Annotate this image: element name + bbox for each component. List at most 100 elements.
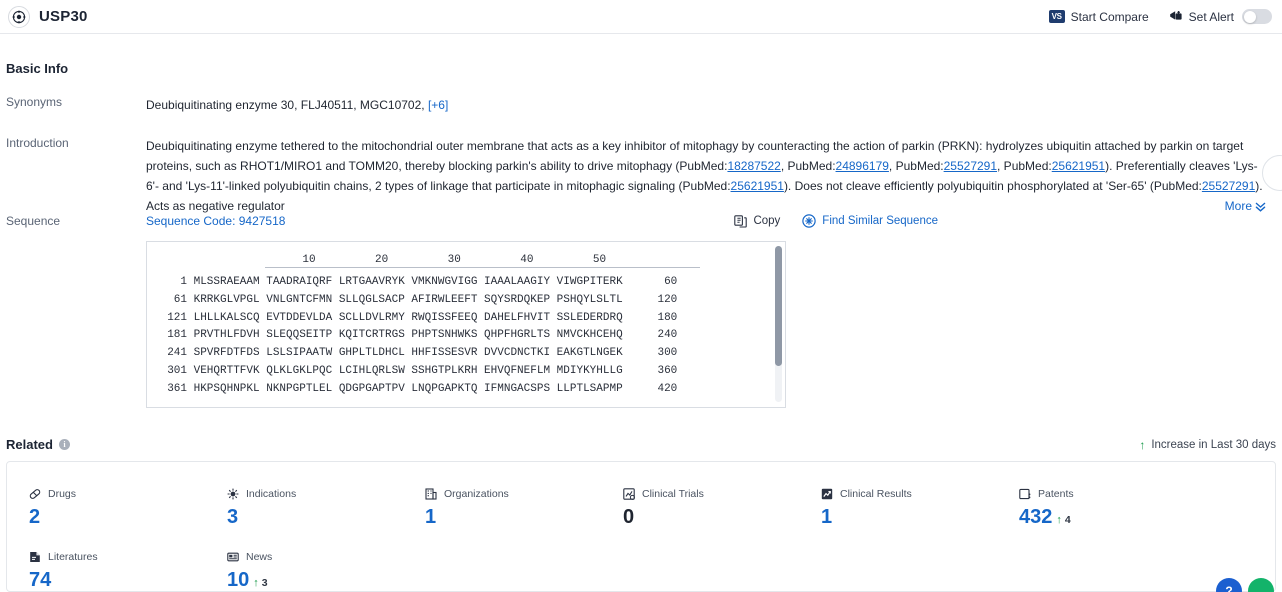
sequence-line: 61 KRRKGLVPGL VNLGNTCFMN SLLQGLSACP AFIR… bbox=[147, 292, 785, 310]
related-metric-head: Clinical Results bbox=[821, 488, 1019, 500]
related-metric-value-wrap: 1 bbox=[425, 506, 623, 529]
info-icon[interactable]: i bbox=[58, 439, 70, 450]
related-metric-value: 3 bbox=[227, 506, 239, 528]
arrow-up-icon: ↑ bbox=[1056, 514, 1062, 526]
introduction-fragment: , PubMed: bbox=[780, 159, 836, 173]
pubmed-link[interactable]: 25621951 bbox=[731, 179, 784, 193]
sequence-end-index: 60 bbox=[664, 276, 678, 288]
related-card: Drugs 2 Indications 3 Organizations 1 Clinical… bbox=[6, 461, 1276, 592]
set-alert-toggle[interactable] bbox=[1242, 9, 1272, 24]
related-metric-value: 2 bbox=[29, 506, 41, 528]
sequence-scrollbar-thumb[interactable] bbox=[775, 246, 782, 366]
related-metric-head: News bbox=[227, 551, 425, 563]
find-similar-sequence-button[interactable]: Find Similar Sequence bbox=[802, 214, 938, 228]
sequence-residues: PRVTHLFDVH SLEQQSEITP KQITCRTRGS PHPTSNH… bbox=[187, 329, 630, 342]
sequence-start-index: 241 bbox=[167, 347, 187, 360]
sequence-residues: SPVRFDTFDS LSLSIPAATW GHPLTLDHCL HHFISSE… bbox=[187, 347, 630, 360]
chat-fab[interactable] bbox=[1248, 578, 1274, 592]
top-bar: USP30 VS Start Compare Set Alert bbox=[0, 0, 1282, 34]
sequence-tools: Copy Find Similar Sequence bbox=[734, 214, 938, 228]
sequence-line: 181 PRVTHLFDVH SLEQQSEITP KQITCRTRGS PHP… bbox=[147, 327, 785, 345]
related-metric-clinical-results[interactable]: Clinical Results 1 bbox=[821, 488, 1019, 529]
sequence-line: 301 VEHQRTTFVK QLKLGKLPQC LCIHLQRLSW SSH… bbox=[147, 363, 785, 381]
related-metrics-grid: Drugs 2 Indications 3 Organizations 1 Clinical… bbox=[29, 488, 1275, 592]
related-metric-head: Organizations bbox=[425, 488, 623, 500]
related-metric-delta-value: 4 bbox=[1064, 514, 1071, 526]
synonyms-more-link[interactable]: [+6] bbox=[428, 98, 448, 112]
top-bar-actions: VS Start Compare Set Alert bbox=[1048, 9, 1272, 24]
related-metric-value-wrap: 0 bbox=[623, 506, 821, 529]
virus-icon bbox=[227, 488, 239, 500]
sequence-start-index: 1 bbox=[180, 276, 187, 288]
vs-badge-icon: VS bbox=[1048, 10, 1065, 23]
increase-legend: ↑ Increase in Last 30 days bbox=[1139, 438, 1276, 452]
pubmed-link[interactable]: 18287522 bbox=[727, 159, 780, 173]
related-metric-value: 10 bbox=[227, 569, 250, 591]
sequence-end-index: 180 bbox=[657, 311, 678, 324]
related-metric-value-wrap: 3 bbox=[227, 506, 425, 529]
sequence-end-index: 240 bbox=[657, 329, 678, 342]
pubmed-link[interactable]: 25527291 bbox=[1202, 179, 1255, 193]
sequence-ruler-line bbox=[265, 267, 700, 268]
related-metric-value: 0 bbox=[623, 506, 635, 528]
sequence-start-index: 181 bbox=[167, 329, 187, 342]
introduction-label: Introduction bbox=[6, 136, 69, 150]
related-metric-head: Literatures bbox=[29, 551, 227, 563]
related-metric-organizations[interactable]: Organizations 1 bbox=[425, 488, 623, 529]
related-metric-head: Clinical Trials bbox=[623, 488, 821, 500]
related-metric-clinical-trials[interactable]: Clinical Trials 0 bbox=[623, 488, 821, 529]
related-metric-label: Clinical Results bbox=[840, 488, 912, 500]
sequence-code-link[interactable]: Sequence Code: 9427518 bbox=[146, 214, 285, 228]
related-metric-value: 1 bbox=[821, 506, 833, 528]
find-similar-label: Find Similar Sequence bbox=[822, 215, 938, 227]
copy-button[interactable]: Copy bbox=[734, 214, 781, 228]
set-alert-button[interactable]: Set Alert bbox=[1169, 9, 1272, 24]
related-metric-value-wrap: 10 ↑ 3 bbox=[227, 569, 425, 592]
help-fab[interactable]: ? bbox=[1216, 578, 1242, 592]
related-metric-label: News bbox=[246, 551, 273, 563]
related-metric-news[interactable]: News 10 ↑ 3 bbox=[227, 551, 425, 592]
sequence-label: Sequence bbox=[6, 214, 61, 228]
related-metric-delta-value: 3 bbox=[261, 577, 268, 589]
related-metric-value-wrap: 1 bbox=[821, 506, 1019, 529]
related-metric-delta: ↑ 4 bbox=[1056, 514, 1070, 526]
literature-icon bbox=[29, 551, 41, 563]
sequence-viewer[interactable]: 10 20 30 40 50 1 MLSSRAEAAM TAADRAIQRF L… bbox=[146, 241, 786, 408]
related-metric-value-wrap: 2 bbox=[29, 506, 227, 529]
introduction-fragment: , PubMed: bbox=[997, 159, 1052, 173]
pubmed-link[interactable]: 25527291 bbox=[944, 159, 997, 173]
related-metric-label: Clinical Trials bbox=[642, 488, 704, 500]
related-metric-label: Patents bbox=[1038, 488, 1074, 500]
introduction-more-link[interactable]: More bbox=[1186, 196, 1266, 216]
synonyms-value: Deubiquitinating enzyme 30, FLJ40511, MG… bbox=[146, 95, 448, 115]
related-metric-value: 432 bbox=[1019, 506, 1053, 528]
related-metric-literatures[interactable]: Literatures 74 bbox=[29, 551, 227, 592]
find-similar-icon bbox=[802, 214, 816, 228]
copy-label: Copy bbox=[753, 215, 781, 227]
start-compare-button[interactable]: VS Start Compare bbox=[1048, 9, 1149, 24]
pubmed-link[interactable]: 25621951 bbox=[1052, 159, 1105, 173]
related-metric-drugs[interactable]: Drugs 2 bbox=[29, 488, 227, 529]
introduction-text: Deubiquitinating enzyme tethered to the … bbox=[146, 136, 1266, 216]
sequence-residues: MLSSRAEAAM TAADRAIQRF LRTGAAVRYK VMKNWGV… bbox=[187, 276, 630, 288]
basic-info-section-title: Basic Info bbox=[6, 61, 69, 76]
related-metric-patents[interactable]: Patents 432 ↑ 4 bbox=[1019, 488, 1217, 529]
increase-legend-label: Increase in Last 30 days bbox=[1151, 438, 1276, 451]
sequence-residues: LHLLKALSCQ EVTDDEVLDA SCLLDVLRMY RWQISSF… bbox=[187, 311, 630, 324]
synonyms-row: Synonyms Deubiquitinating enzyme 30, FLJ… bbox=[0, 95, 1282, 115]
related-metric-indications[interactable]: Indications 3 bbox=[227, 488, 425, 529]
related-metric-value-wrap: 74 bbox=[29, 569, 227, 592]
pubmed-link[interactable]: 24896179 bbox=[836, 159, 889, 173]
chevron-double-down-icon bbox=[1255, 201, 1266, 212]
related-metric-head: Patents bbox=[1019, 488, 1217, 500]
start-compare-label: Start Compare bbox=[1070, 9, 1149, 24]
news-icon bbox=[227, 551, 239, 563]
sequence-start-index: 61 bbox=[173, 293, 187, 306]
sequence-residues: VEHQRTTFVK QLKLGKLPQC LCIHLQRLSW SSHGTPL… bbox=[187, 364, 630, 377]
related-metric-head: Drugs bbox=[29, 488, 227, 500]
sequence-ruler: 10 20 30 40 50 bbox=[243, 254, 607, 266]
sequence-content: 10 20 30 40 50 1 MLSSRAEAAM TAADRAIQRF L… bbox=[147, 242, 785, 399]
related-metric-head: Indications bbox=[227, 488, 425, 500]
sequence-start-index: 301 bbox=[167, 364, 187, 377]
sequence-lines: 1 MLSSRAEAAM TAADRAIQRF LRTGAAVRYK VMKNW… bbox=[147, 274, 785, 399]
